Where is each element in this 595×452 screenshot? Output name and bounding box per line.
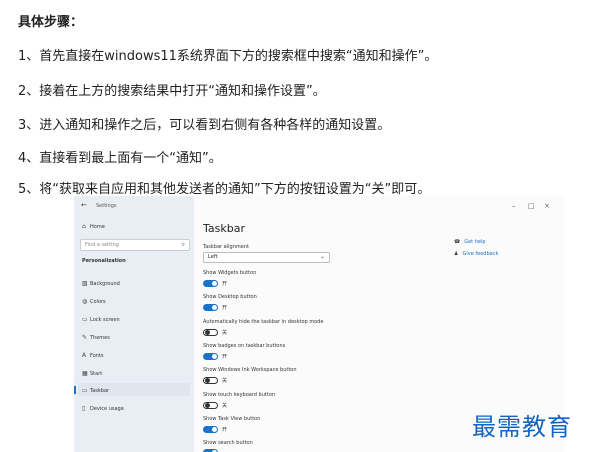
sidebar-item-taskbar[interactable]: ▭ Taskbar	[82, 387, 109, 394]
give-feedback-link[interactable]: ♟ Give feedback	[454, 251, 498, 257]
page-title: Taskbar	[203, 222, 245, 235]
sidebar-item-label: Home	[90, 224, 105, 230]
toggle-state: 开	[222, 427, 228, 433]
toggle-knob	[212, 354, 217, 359]
toggle-knob	[212, 427, 217, 432]
sidebar-item-label: Background	[90, 281, 120, 287]
device-icon: ▯	[82, 405, 86, 412]
alignment-label: Taskbar alignment	[203, 244, 249, 250]
chevron-down-icon: ⌄	[319, 253, 325, 260]
toggle-label: Show Windows Ink Workspace button	[203, 367, 297, 373]
close-button[interactable]: ×	[544, 202, 550, 210]
sidebar-item-start[interactable]: ▦ Start	[82, 370, 102, 377]
step-3: 3、进入通知和操作之后，可以看到右侧有各种各样的通知设置。	[18, 118, 391, 133]
step-5: 5、将“获取来自应用和其他发送者的通知”下方的按钮设置为“关”即可。	[18, 182, 431, 197]
sidebar-item-label: Device usage	[90, 406, 124, 412]
sidebar-item-fonts[interactable]: A Fonts	[82, 352, 104, 359]
sidebar-item-colors[interactable]: ◍ Colors	[82, 298, 106, 305]
toggle-knob	[205, 330, 210, 335]
toggle-knob	[205, 403, 210, 408]
desktop-button-toggle[interactable]	[203, 304, 218, 311]
touch-keyboard-toggle[interactable]	[203, 402, 218, 409]
settings-sidebar: ← Settings ⌂ Home Find a setting ⌕ Person…	[74, 196, 194, 452]
find-setting-input[interactable]: Find a setting ⌕	[80, 239, 190, 251]
feedback-icon: ♟	[454, 251, 459, 257]
minimize-button[interactable]: –	[512, 202, 516, 210]
widgets-toggle[interactable]	[203, 280, 218, 287]
taskbar-icon: ▭	[82, 387, 88, 394]
toggle-label: Show Task View button	[203, 416, 261, 422]
link-label: Get help	[464, 239, 486, 245]
sidebar-item-home[interactable]: ⌂ Home	[82, 223, 105, 230]
sidebar-item-label: Colors	[90, 299, 106, 305]
toggle-label: Show Widgets button	[203, 270, 257, 276]
step-1: 1、首先直接在windows11系统界面下方的搜索框中搜索“通知和操作”。	[18, 49, 438, 64]
help-icon: ☎	[454, 239, 461, 245]
alignment-value: Left	[208, 254, 218, 260]
back-arrow-icon[interactable]: ←	[81, 201, 87, 209]
image-icon: ▨	[82, 280, 88, 287]
sidebar-item-lock-screen[interactable]: ▭ Lock screen	[82, 316, 120, 323]
autohide-toggle[interactable]	[203, 329, 218, 336]
steps-heading: 具体步骤：	[18, 15, 84, 30]
toggle-state: 关	[222, 378, 228, 384]
toggle-state: 开	[222, 305, 228, 311]
sidebar-item-label: Start	[90, 371, 103, 377]
toggle-knob	[212, 281, 217, 286]
step-4: 4、直接看到最上面有一个“通知”。	[18, 151, 222, 166]
lock-screen-icon: ▭	[82, 316, 88, 323]
toggle-label: Automatically hide the taskbar in deskto…	[203, 319, 324, 325]
badges-toggle[interactable]	[203, 353, 218, 360]
step-2: 2、接着在上方的搜索结果中打开“通知和操作设置”。	[18, 84, 326, 99]
toggle-knob	[212, 305, 217, 310]
link-label: Give feedback	[462, 251, 499, 257]
sidebar-item-device-usage[interactable]: ▯ Device usage	[82, 405, 124, 412]
fonts-icon: A	[82, 352, 87, 359]
toggle-label: Show badges on taskbar buttons	[203, 343, 286, 349]
toggle-label: Show touch keyboard button	[203, 392, 276, 398]
search-placeholder: Find a setting	[85, 242, 119, 248]
sidebar-item-label: Fonts	[90, 353, 104, 359]
ink-workspace-toggle[interactable]	[203, 377, 218, 384]
window-title: Settings	[96, 203, 117, 209]
selected-indicator	[74, 386, 76, 394]
search-icon: ⌕	[181, 241, 185, 248]
start-icon: ▦	[82, 370, 88, 377]
toggle-knob	[205, 378, 210, 383]
toggle-state: 关	[222, 403, 228, 409]
toggle-state: 开	[222, 281, 228, 287]
sidebar-item-label: Taskbar	[90, 388, 110, 394]
sidebar-item-themes[interactable]: ✎ Themes	[82, 334, 110, 341]
brush-icon: ✎	[82, 334, 88, 341]
toggle-state: 开	[222, 354, 228, 360]
get-help-link[interactable]: ☎ Get help	[454, 239, 486, 245]
palette-icon: ◍	[82, 298, 88, 305]
sidebar-item-label: Lock screen	[90, 317, 120, 323]
toggle-label: Show search button	[203, 440, 253, 446]
maximize-button[interactable]: □	[528, 202, 535, 210]
watermark: 最需教育	[472, 413, 572, 441]
sidebar-item-background[interactable]: ▨ Background	[82, 280, 120, 287]
section-personalization: Personalization	[82, 258, 126, 264]
toggle-state: 关	[222, 330, 228, 336]
task-view-toggle[interactable]	[203, 426, 218, 433]
alignment-dropdown[interactable]: Left ⌄	[203, 252, 330, 263]
toggle-label: Show Desktop button	[203, 294, 257, 300]
home-icon: ⌂	[82, 223, 86, 230]
sidebar-item-label: Themes	[90, 335, 110, 341]
